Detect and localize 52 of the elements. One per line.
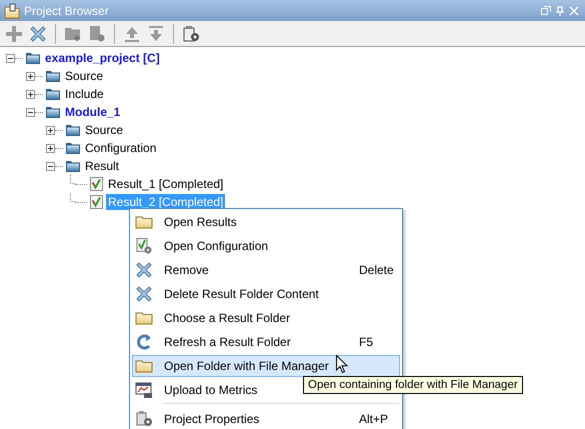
close-icon bbox=[134, 284, 154, 304]
tree-item[interactable]: Include bbox=[63, 86, 106, 102]
expand-icon[interactable] bbox=[46, 126, 55, 134]
close-icon bbox=[134, 260, 154, 280]
menu-item[interactable]: Open Configuration bbox=[132, 235, 400, 257]
gear-clipboard-icon[interactable] bbox=[181, 24, 201, 44]
menu-item[interactable]: Open Results bbox=[132, 211, 400, 233]
tree-item[interactable]: Result bbox=[83, 158, 122, 174]
tree-item[interactable]: example_project [C] bbox=[43, 50, 162, 66]
tooltip: Open containing folder with File Manager bbox=[303, 376, 523, 394]
window-title: Project Browser bbox=[24, 4, 110, 18]
folder-icon bbox=[65, 159, 81, 173]
folder-icon bbox=[134, 310, 154, 326]
menu-item[interactable]: Refresh a Result Folder F5 bbox=[132, 331, 400, 353]
expand-icon[interactable] bbox=[46, 144, 55, 152]
menu-item[interactable]: Remove Delete bbox=[132, 259, 400, 281]
checked-document-icon bbox=[89, 194, 104, 210]
folder-icon bbox=[65, 141, 81, 155]
expand-icon[interactable] bbox=[26, 72, 35, 80]
folder-icon bbox=[45, 105, 61, 119]
folder-icon bbox=[4, 2, 20, 18]
collapse-icon[interactable] bbox=[6, 54, 15, 62]
shortcut-text: Alt+P bbox=[359, 412, 390, 426]
tree-item[interactable]: Result_1 [Completed] bbox=[106, 176, 226, 192]
folder-icon bbox=[134, 214, 154, 230]
tree-item[interactable]: Source bbox=[83, 122, 126, 138]
collapse-icon[interactable] bbox=[46, 162, 55, 170]
restore-icon[interactable] bbox=[541, 6, 551, 16]
menu-item[interactable]: Delete Result Folder Content bbox=[132, 283, 400, 305]
mouse-pointer-icon bbox=[336, 355, 348, 374]
pin-icon[interactable] bbox=[555, 6, 565, 16]
expand-icon[interactable] bbox=[26, 90, 35, 98]
menu-item[interactable]: Project Properties Alt+P bbox=[132, 408, 400, 429]
folder-icon bbox=[25, 51, 41, 65]
close-icon[interactable] bbox=[569, 6, 579, 16]
menu-item[interactable]: Open Folder with File Manager bbox=[132, 355, 400, 377]
close-icon[interactable] bbox=[28, 24, 48, 44]
menu-item[interactable]: Choose a Result Folder bbox=[132, 307, 400, 329]
collapse-icon[interactable] bbox=[26, 108, 35, 116]
gear-document-icon bbox=[134, 237, 154, 255]
folder-icon bbox=[65, 123, 81, 137]
folder-icon bbox=[134, 358, 154, 374]
shortcut-text: F5 bbox=[359, 335, 374, 349]
gear-clipboard-icon bbox=[134, 410, 154, 428]
checked-document-icon bbox=[89, 176, 104, 192]
chart-window-icon bbox=[134, 381, 154, 399]
folder-icon bbox=[45, 87, 61, 101]
tree-item[interactable]: Configuration bbox=[83, 140, 158, 156]
folder-icon bbox=[45, 69, 61, 83]
tree-item[interactable]: Source bbox=[63, 68, 106, 84]
tree-item[interactable]: Module_1 bbox=[63, 104, 122, 120]
shortcut-text: Delete bbox=[359, 263, 395, 277]
